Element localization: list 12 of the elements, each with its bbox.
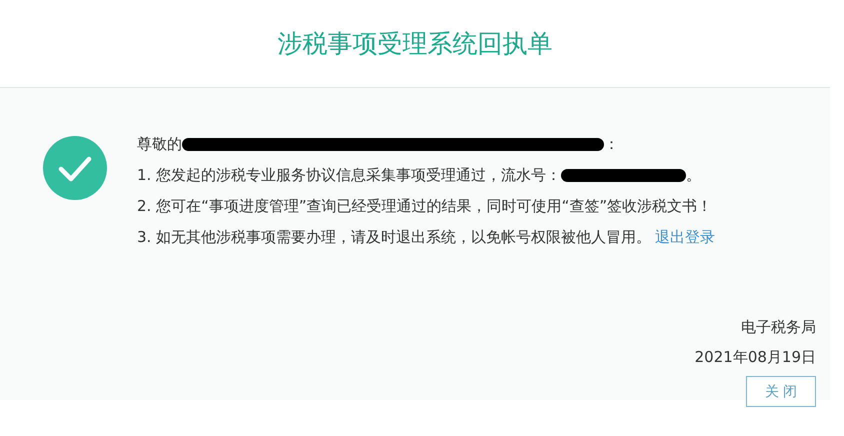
message-text: 3. 如无其他涉税事项需要办理，请及时退出系统，以免帐号权限被他人冒用。 [137, 229, 652, 245]
signature-text: 电子税务局 [741, 318, 816, 337]
logout-link[interactable]: 退出登录 [655, 229, 716, 245]
message-text: ： [604, 136, 619, 152]
success-check-icon [43, 136, 107, 200]
message-text: 。 [686, 167, 702, 183]
close-button[interactable]: 关 闭 [746, 376, 816, 407]
date-text: 2021年08月19日 [694, 348, 816, 367]
message-text: 尊敬的 [137, 136, 182, 152]
receipt-title: 涉税事项受理系统回执单 [278, 28, 552, 60]
message-text: 2. 您可在“事项进度管理”查询已经受理通过的结果，同时可使用“查签”签收涉税文书！ [137, 198, 712, 214]
message-text: 1. 您发起的涉税专业服务协议信息采集事项受理通过，流水号： [137, 167, 562, 183]
